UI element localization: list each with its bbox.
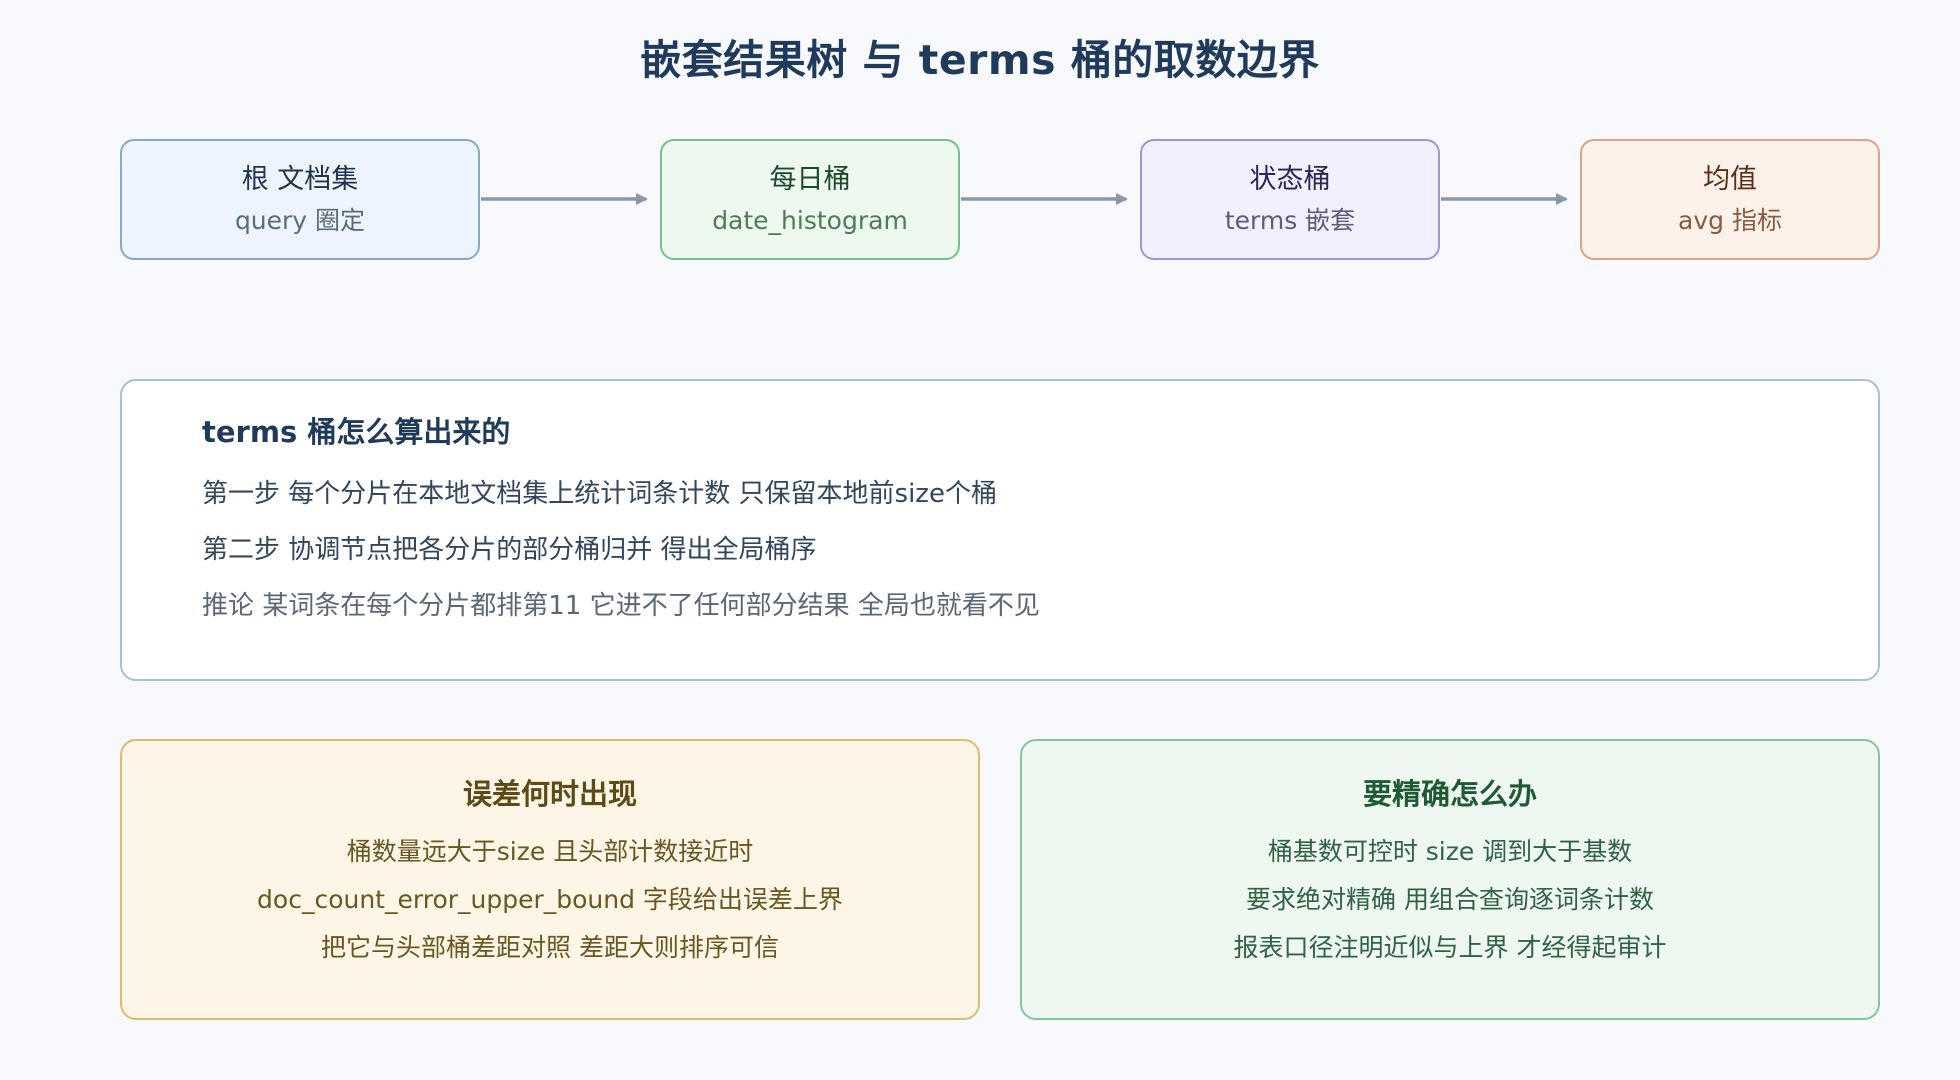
step-line-inference: 推论 某词条在每个分片都排第11 它进不了任何部分结果 全局也就看不见 xyxy=(202,591,1040,621)
card-line: 桶基数可控时 size 调到大于基数 xyxy=(1267,837,1633,866)
card-title: 误差何时出现 xyxy=(462,777,637,811)
terms-steps-panel: terms 桶怎么算出来的 第一步 每个分片在本地文档集上统计词条计数 只保留本… xyxy=(120,379,1880,681)
error-when-card: 误差何时出现 桶数量远大于size 且头部计数接近时 doc_count_err… xyxy=(120,739,980,1020)
flow-node-name: 根 文档集 xyxy=(241,163,359,195)
card-line: 桶数量远大于size 且头部计数接近时 xyxy=(346,837,754,866)
flow-node-sub: avg 指标 xyxy=(1678,205,1782,235)
flow-node-name: 均值 xyxy=(1703,163,1757,195)
flow-node-name: 每日桶 xyxy=(769,163,851,195)
flow-node-root-docset: 根 文档集 query 圈定 xyxy=(120,139,480,260)
steps-panel-title: terms 桶怎么算出来的 xyxy=(202,415,511,449)
card-line: 要求绝对精确 用组合查询逐词条计数 xyxy=(1246,885,1654,914)
card-line: doc_count_error_upper_bound 字段给出误差上界 xyxy=(257,885,843,914)
flow-node-sub: query 圈定 xyxy=(234,205,366,235)
flow-node-avg-metric: 均值 avg 指标 xyxy=(1580,139,1880,260)
flow-node-daily-bucket: 每日桶 date_histogram xyxy=(660,139,960,260)
step-line-first: 第一步 每个分片在本地文档集上统计词条计数 只保留本地前size个桶 xyxy=(202,479,997,509)
card-title: 要精确怎么办 xyxy=(1362,777,1537,811)
flow-node-name: 状态桶 xyxy=(1249,163,1331,195)
card-line: 把它与头部桶差距对照 差距大则排序可信 xyxy=(321,933,779,962)
exact-how-card: 要精确怎么办 桶基数可控时 size 调到大于基数 要求绝对精确 用组合查询逐词… xyxy=(1020,739,1880,1020)
flow-node-status-bucket: 状态桶 terms 嵌套 xyxy=(1140,139,1440,260)
flow-node-sub: terms 嵌套 xyxy=(1224,205,1356,235)
step-line-second: 第二步 协调节点把各分片的部分桶归并 得出全局桶序 xyxy=(202,535,817,565)
flow-node-sub: date_histogram xyxy=(712,205,908,235)
card-line: 报表口径注明近似与上界 才经得起审计 xyxy=(1233,933,1667,962)
